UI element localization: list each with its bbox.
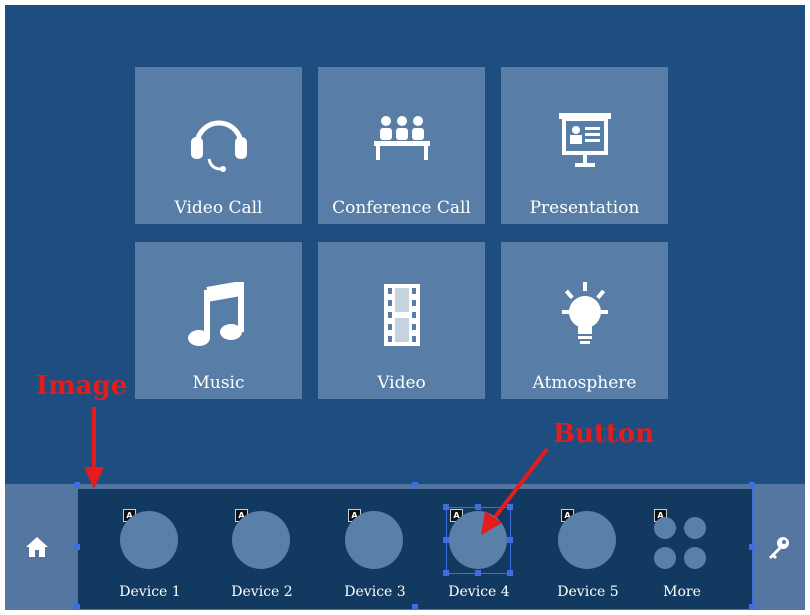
selection-handle[interactable]	[507, 570, 513, 576]
selection-handle[interactable]	[475, 504, 481, 510]
presentation-icon	[501, 107, 668, 177]
tile-conference-call[interactable]: Conference Call	[318, 67, 485, 224]
selection-handle[interactable]	[507, 504, 513, 510]
image-selection-handle[interactable]	[412, 482, 418, 488]
device-label: Device 2	[231, 584, 293, 600]
image-selection-handle[interactable]	[412, 604, 418, 610]
tile-video-call[interactable]: Video Call	[135, 67, 302, 224]
tile-label: Video Call	[174, 198, 263, 218]
image-arrow	[84, 407, 104, 489]
device-label: More	[663, 584, 701, 600]
tile-label: Music	[192, 373, 245, 393]
tile-atmosphere[interactable]: Atmosphere	[501, 242, 668, 399]
device-4-button[interactable]: A Device 4	[434, 489, 524, 610]
key-button[interactable]	[753, 484, 805, 610]
device-label: Device 1	[119, 584, 181, 600]
bottom-bar: A A Device 1 A Device 2 A	[5, 484, 805, 610]
device-strip-image: A Device 1 A Device 2 A Device 3 A Devic…	[77, 489, 753, 610]
device-1-button[interactable]: A Device 1	[105, 489, 195, 610]
home-icon	[26, 537, 48, 557]
selection-handle[interactable]	[475, 570, 481, 576]
image-selection-handle[interactable]	[74, 604, 80, 610]
film-strip-icon	[318, 282, 485, 352]
music-note-icon	[135, 282, 302, 352]
device-circle	[120, 511, 178, 569]
image-selection-handle[interactable]	[749, 482, 755, 488]
device-circle	[232, 511, 290, 569]
tile-label: Video	[377, 373, 426, 393]
device-2-button[interactable]: A Device 2	[217, 489, 307, 610]
tile-label: Presentation	[529, 198, 640, 218]
tile-label: Conference Call	[332, 198, 471, 218]
device-3-button[interactable]: A Device 3	[330, 489, 420, 610]
conference-icon	[318, 107, 485, 177]
key-icon	[769, 537, 789, 559]
device-label: Device 4	[448, 584, 510, 600]
selection-handle[interactable]	[443, 537, 449, 543]
tile-presentation[interactable]: Presentation	[501, 67, 668, 224]
selection-handle[interactable]	[443, 504, 449, 510]
headset-icon	[135, 107, 302, 177]
image-selection-handle[interactable]	[749, 604, 755, 610]
image-selection-handle[interactable]	[749, 544, 755, 550]
device-5-button[interactable]: A Device 5	[543, 489, 633, 610]
device-label: Device 5	[557, 584, 619, 600]
light-bulb-icon	[501, 282, 668, 352]
selection-handle[interactable]	[507, 537, 513, 543]
tile-video[interactable]: Video	[318, 242, 485, 399]
selection-handle[interactable]	[443, 570, 449, 576]
control-screen: Video Call Conference Call Presentation …	[5, 5, 805, 610]
device-label: Device 3	[344, 584, 406, 600]
device-circle	[345, 511, 403, 569]
figure-canvas: Video Call Conference Call Presentation …	[0, 0, 810, 615]
device-circle	[449, 511, 507, 569]
image-selection-handle[interactable]	[74, 544, 80, 550]
more-dots-icon	[652, 513, 708, 569]
device-circle	[558, 511, 616, 569]
image-annotation-label: Image	[36, 371, 128, 401]
tile-music[interactable]: Music	[135, 242, 302, 399]
button-annotation-label: Button	[553, 419, 655, 449]
image-selection-handle[interactable]	[74, 482, 80, 488]
home-button[interactable]	[5, 484, 69, 610]
more-button[interactable]: A More	[637, 489, 727, 610]
tile-label: Atmosphere	[532, 373, 637, 393]
